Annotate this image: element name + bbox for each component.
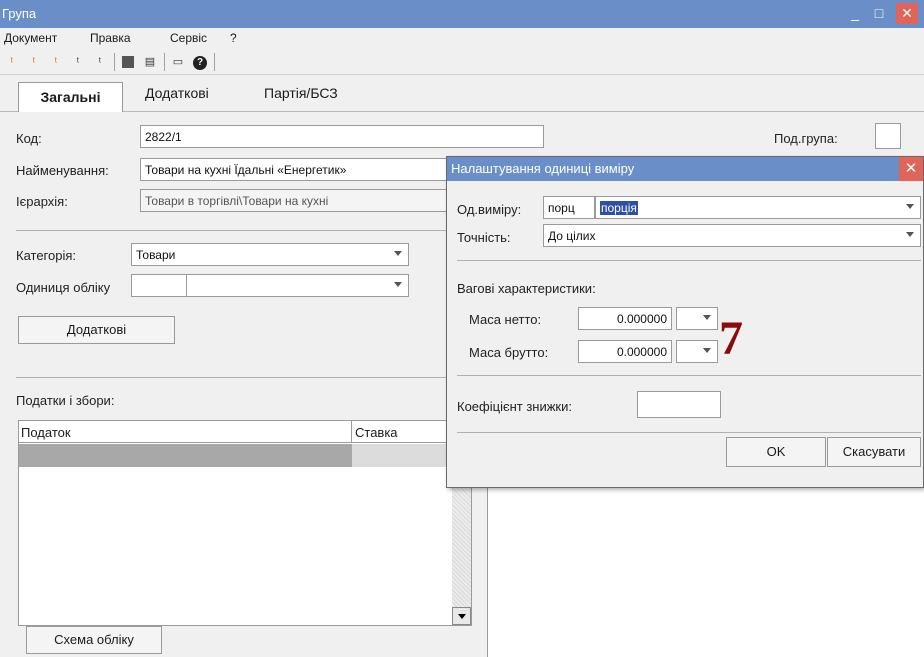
menu-bar: Документ Правка Сервіс ? — [0, 28, 924, 49]
precision-label: Точність: — [457, 230, 511, 245]
code-field[interactable]: 2822/1 — [140, 125, 544, 148]
chevron-down-icon — [458, 614, 466, 619]
table-cell[interactable] — [352, 444, 452, 467]
tab-bar: Загальні Додаткові Партія/БСЗ — [0, 76, 924, 112]
menu-edit[interactable]: Правка — [90, 31, 131, 45]
net-weight-field[interactable]: 0.000000 — [578, 307, 672, 330]
divider — [457, 375, 921, 376]
ok-button[interactable]: OK — [726, 437, 826, 467]
tab-batch[interactable]: Партія/БСЗ — [264, 85, 338, 101]
toolbar-separator — [164, 53, 165, 71]
toolbar: ᵗ ᵗ ᵗ ᵗ ᵗ ▤ ▭ ? — [0, 49, 924, 75]
gross-weight-label: Маса брутто: — [469, 345, 549, 360]
annotation-number: 7 — [719, 312, 743, 365]
toolbar-separator — [214, 53, 215, 71]
subgroup-label: Под.група: — [774, 131, 838, 146]
new-child-icon[interactable]: ᵗ — [26, 54, 42, 70]
hierarchy-field[interactable]: Товари в торгівлі\Товари на кухні — [140, 189, 450, 212]
close-button[interactable]: ✕ — [896, 3, 918, 24]
toolbar-separator — [114, 53, 115, 71]
help-icon[interactable]: ? — [192, 54, 208, 70]
window-icon[interactable]: ▭ — [170, 54, 186, 70]
net-weight-label: Маса нетто: — [469, 312, 542, 327]
title-bar: Група _ □ ✕ — [0, 0, 924, 28]
column-header-tax[interactable]: Податок — [19, 421, 352, 443]
discount-coefficient-field[interactable] — [637, 391, 721, 418]
category-label: Категорія: — [16, 248, 77, 263]
unit-code-field[interactable]: порц — [543, 196, 595, 219]
maximize-button[interactable]: □ — [868, 3, 890, 24]
new-group-icon[interactable]: ᵗ — [70, 54, 86, 70]
subgroup-field[interactable] — [875, 123, 901, 149]
chevron-down-icon — [703, 315, 711, 320]
right-panel — [487, 488, 924, 657]
report-icon[interactable]: ▤ — [142, 54, 158, 70]
name-field[interactable]: Товари на кухні Їдальні «Енергетик» — [140, 158, 450, 181]
precision-value: До цілих — [548, 229, 596, 243]
discount-coefficient-label: Коефіцієнт знижки: — [457, 399, 572, 414]
dialog-close-button[interactable]: ✕ — [899, 157, 923, 181]
name-label: Найменування: — [16, 163, 109, 178]
menu-service[interactable]: Сервіс — [170, 31, 207, 45]
window-title: Група — [2, 6, 37, 21]
gross-weight-field[interactable]: 0.000000 — [578, 340, 672, 363]
weight-section-label: Вагові характеристики: — [457, 281, 596, 296]
gross-weight-unit-select[interactable] — [676, 340, 718, 363]
tab-additional[interactable]: Додаткові — [145, 85, 209, 101]
net-weight-unit-select[interactable] — [676, 307, 718, 330]
category-value: Товари — [136, 248, 176, 262]
chevron-down-icon — [394, 282, 402, 287]
minimize-button[interactable]: _ — [844, 3, 866, 24]
additional-button[interactable]: Додаткові — [18, 316, 175, 344]
stop-icon[interactable] — [120, 54, 136, 70]
new-copy-icon[interactable]: ᵗ — [48, 54, 64, 70]
menu-document[interactable]: Документ — [4, 31, 57, 45]
taxes-grid[interactable]: Податок Ставка — [18, 420, 472, 626]
hierarchy-label: Ієрархія: — [16, 194, 68, 209]
unit-label: Одиниця обліку — [16, 280, 111, 295]
chevron-down-icon — [906, 232, 914, 237]
taxes-label: Податки і збори: — [16, 393, 115, 408]
unit-of-measure-label: Од.виміру: — [457, 202, 522, 217]
precision-select[interactable]: До цілих — [543, 224, 921, 247]
divider — [457, 260, 921, 261]
chevron-down-icon — [906, 204, 914, 209]
menu-help[interactable]: ? — [230, 31, 237, 45]
column-header-rate[interactable]: Ставка — [352, 421, 452, 443]
tab-general[interactable]: Загальні — [18, 82, 123, 112]
unit-code-field[interactable] — [131, 274, 187, 297]
scroll-down-button[interactable] — [452, 607, 471, 625]
chevron-down-icon — [703, 348, 711, 353]
table-row[interactable] — [19, 444, 352, 467]
new-item-icon[interactable]: ᵗ — [92, 54, 108, 70]
divider — [457, 432, 921, 433]
new-doc-icon[interactable]: ᵗ — [4, 54, 20, 70]
divider — [16, 230, 446, 231]
divider — [16, 377, 446, 378]
dialog-title: Налаштування одиниці виміру — [447, 157, 923, 181]
unit-name-value: порція — [600, 201, 638, 215]
chevron-down-icon — [394, 251, 402, 256]
code-label: Код: — [16, 131, 42, 146]
accounting-scheme-button[interactable]: Схема обліку — [26, 626, 162, 654]
cancel-button[interactable]: Скасувати — [827, 437, 921, 467]
unit-name-select[interactable]: порція — [595, 196, 921, 219]
category-select[interactable]: Товари — [131, 243, 409, 266]
unit-select[interactable] — [186, 274, 409, 297]
unit-settings-dialog: Налаштування одиниці виміру ✕ Од.виміру:… — [446, 156, 924, 488]
